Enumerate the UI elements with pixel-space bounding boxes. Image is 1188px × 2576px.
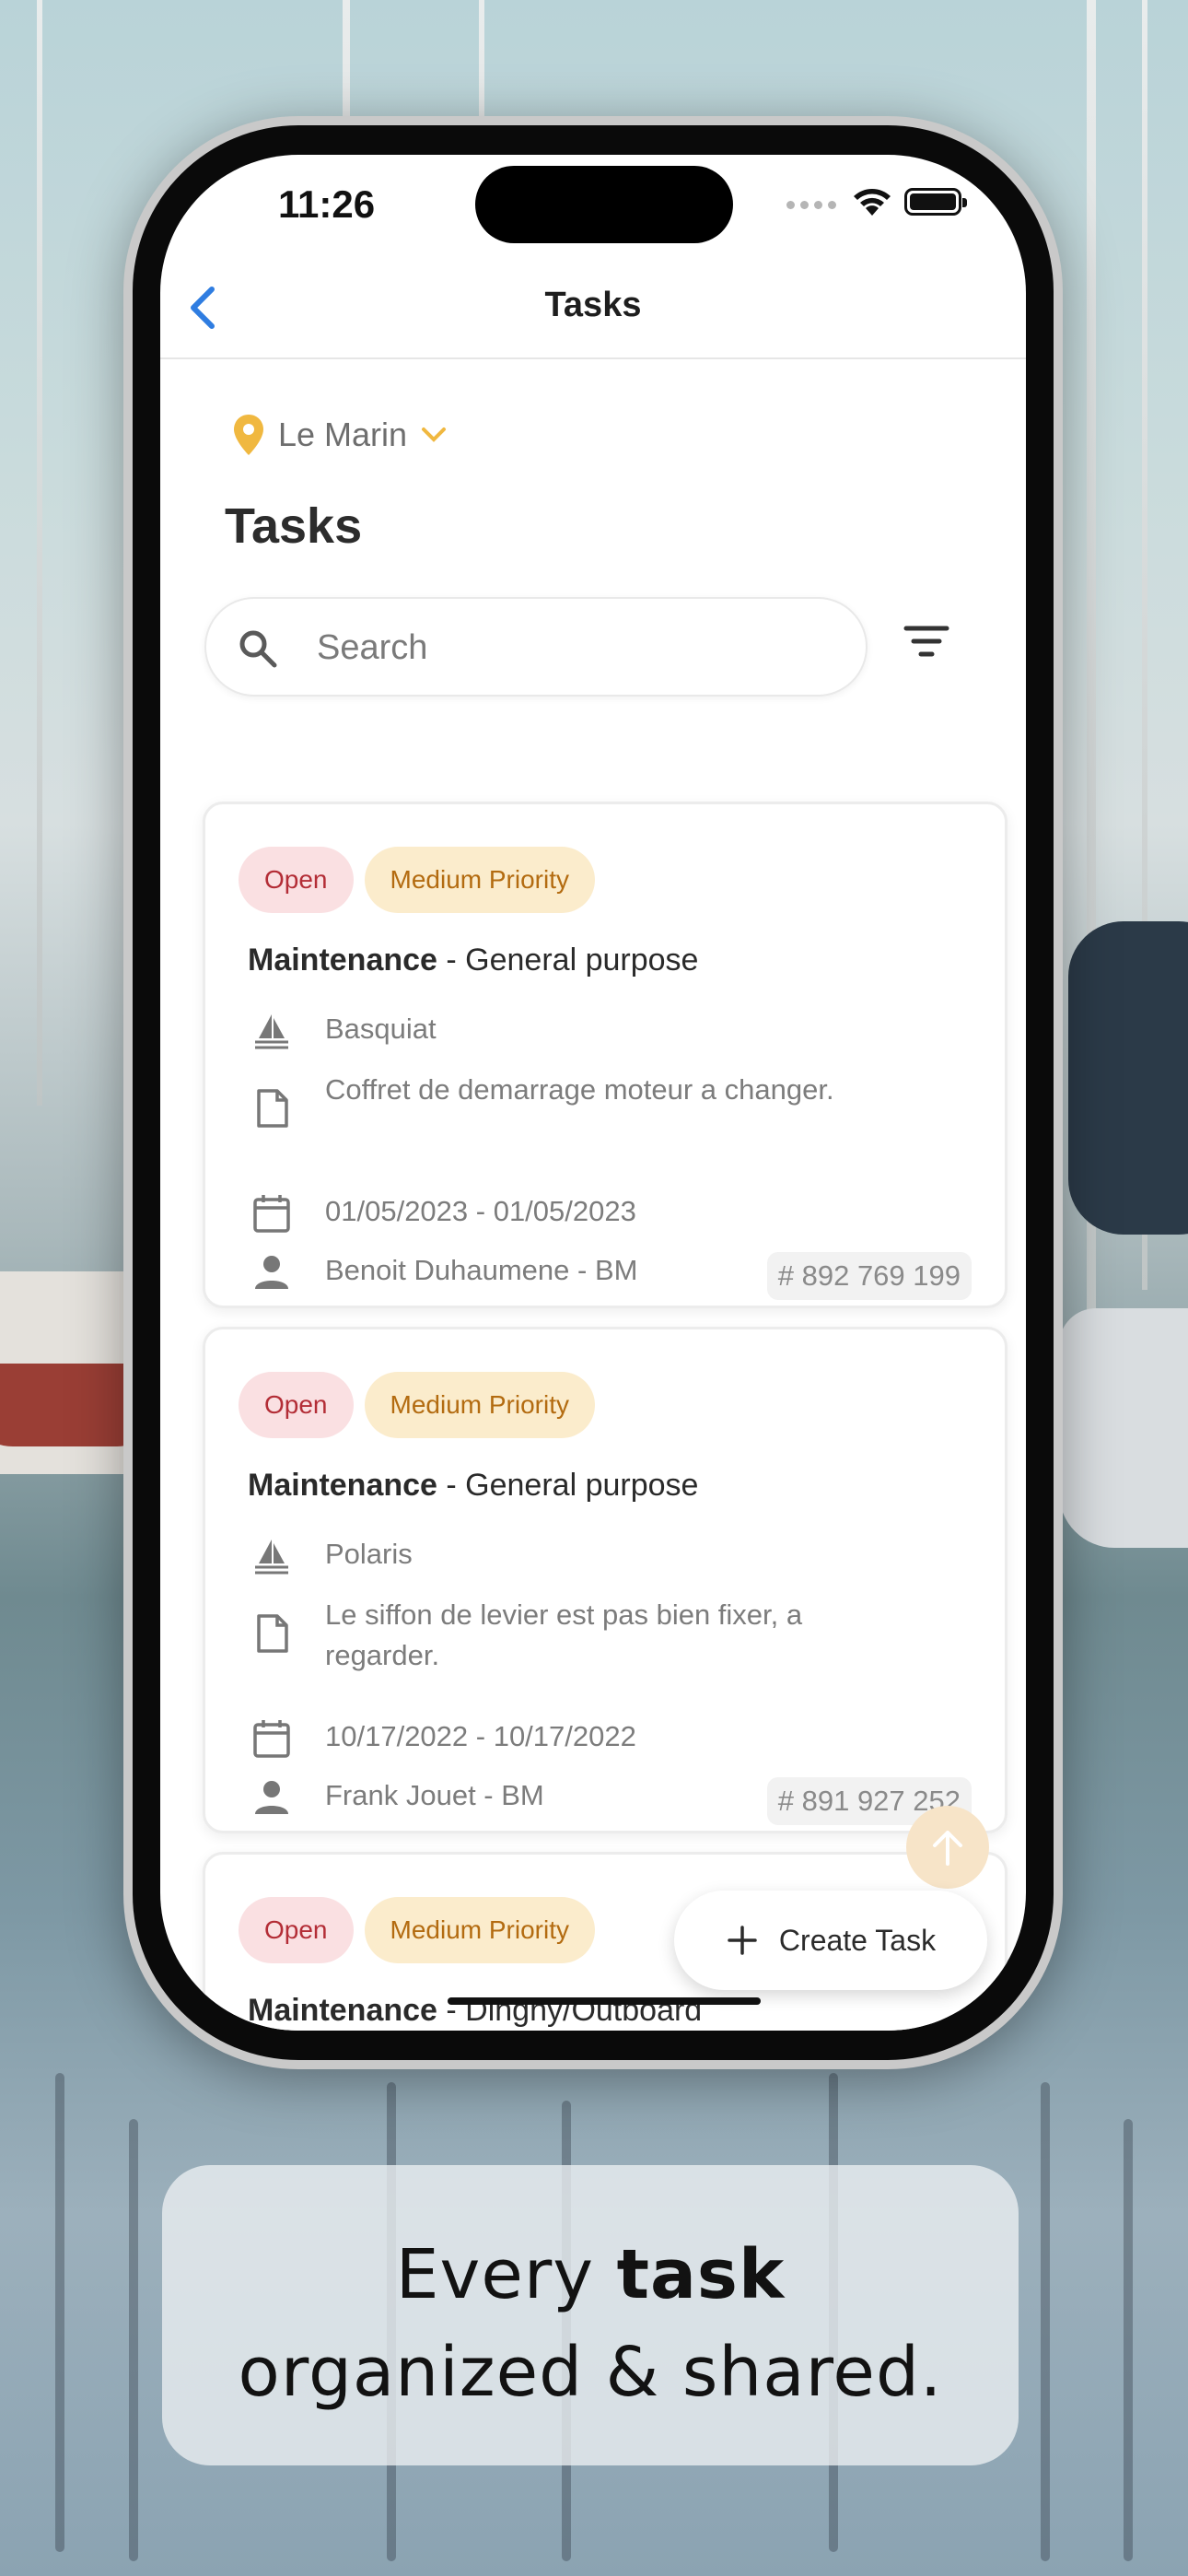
calendar-icon	[250, 1716, 294, 1761]
priority-badge: Medium Priority	[364, 1372, 595, 1438]
sailboat-icon	[250, 1009, 294, 1053]
task-boat: Basquiat	[325, 1013, 437, 1045]
create-task-button[interactable]: Create Task	[674, 1891, 987, 1990]
task-title: Maintenance - General purpose	[248, 1468, 698, 1504]
task-assignee-row: Benoit Duhaumene - BM	[250, 1250, 841, 1294]
task-category: Maintenance	[248, 1468, 437, 1503]
dynamic-island	[475, 166, 733, 243]
mast	[37, 0, 42, 1106]
task-subcategory: - General purpose	[437, 1468, 699, 1503]
task-subcategory: - General purpose	[437, 943, 699, 978]
home-indicator	[448, 1997, 761, 2005]
search-icon	[239, 630, 277, 668]
search-input[interactable]	[317, 626, 833, 669]
status-badge: Open	[239, 847, 354, 913]
create-task-label: Create Task	[778, 1923, 937, 1957]
task-boat-row: Polaris	[250, 1534, 841, 1578]
task-description: Coffret de demarrage moteur a changer.	[325, 1073, 834, 1106]
priority-badge: Medium Priority	[364, 847, 595, 913]
reflection	[1124, 2119, 1133, 2561]
status-badge: Open	[239, 1897, 354, 1963]
caption-line-2: organized & shared.	[238, 2333, 943, 2412]
wifi-icon	[854, 189, 891, 216]
scroll-to-top-button[interactable]	[906, 1806, 989, 1889]
arrow-up-icon	[933, 1831, 962, 1866]
person-icon	[250, 1250, 294, 1294]
task-ticket-number: # 892 769 199	[766, 1252, 972, 1300]
task-assignee-row: Frank Jouet - BM	[250, 1775, 841, 1820]
status-badge: Open	[239, 1372, 354, 1438]
page-title: Tasks	[225, 498, 363, 554]
sailboat-icon	[250, 1534, 294, 1578]
caption-text: Every	[395, 2235, 617, 2314]
task-title: Maintenance - General purpose	[248, 943, 698, 978]
location-selector[interactable]: Le Marin	[232, 413, 448, 457]
task-description: Le siffon de levier est pas bien fixer, …	[325, 1598, 803, 1671]
filter-icon[interactable]	[897, 612, 956, 671]
phone-frame: 11:26 Tasks Le Marin Tasks Search Open M…	[123, 116, 1063, 2069]
task-assignee: Benoit Duhaumene - BM	[325, 1254, 638, 1286]
search-bar[interactable]	[204, 597, 868, 697]
task-assignee: Frank Jouet - BM	[325, 1779, 544, 1811]
task-description-row: Coffret de demarrage moteur a changer.	[250, 1070, 841, 1130]
task-dates: 10/17/2022 - 10/17/2022	[325, 1720, 636, 1752]
task-card[interactable]: Open Medium Priority Maintenance - Gener…	[203, 802, 1007, 1308]
task-category: Maintenance	[248, 943, 437, 978]
task-boat-row: Basquiat	[250, 1009, 841, 1053]
status-time: 11:26	[278, 182, 376, 226]
document-icon	[250, 1086, 294, 1130]
location-label: Le Marin	[278, 416, 408, 453]
task-dates-row: 01/05/2023 - 01/05/2023	[250, 1191, 841, 1235]
battery-icon	[904, 188, 967, 216]
boat-hull	[1059, 1308, 1188, 1548]
person-icon	[250, 1775, 294, 1820]
app-screen: 11:26 Tasks Le Marin Tasks Search Open M…	[160, 155, 1026, 2031]
nav-bar: Tasks	[160, 256, 1026, 359]
location-pin-icon	[234, 415, 263, 455]
calendar-icon	[250, 1191, 294, 1235]
document-icon	[250, 1611, 294, 1656]
task-dates-row: 10/17/2022 - 10/17/2022	[250, 1716, 841, 1761]
reflection	[129, 2119, 138, 2561]
cellular-signal-icon	[786, 201, 836, 209]
caption-line-1: Every task	[162, 2226, 1019, 2324]
task-badges: Open Medium Priority	[239, 1897, 595, 1963]
nav-title: Tasks	[544, 286, 642, 324]
task-badges: Open Medium Priority	[239, 1372, 595, 1438]
plus-icon	[728, 1926, 757, 1955]
task-category: Maintenance	[248, 1993, 437, 2028]
priority-badge: Medium Priority	[364, 1897, 595, 1963]
task-badges: Open Medium Priority	[239, 847, 595, 913]
phone-bezel: 11:26 Tasks Le Marin Tasks Search Open M…	[133, 125, 1054, 2060]
task-card[interactable]: Open Medium Priority Maintenance - Gener…	[203, 1327, 1007, 1833]
reflection	[55, 2073, 64, 2552]
chevron-down-icon	[422, 427, 447, 442]
task-boat: Polaris	[325, 1538, 413, 1570]
reflection	[1041, 2082, 1050, 2561]
marketing-caption: Every task organized & shared.	[162, 2165, 1019, 2465]
task-description-row: Le siffon de levier est pas bien fixer, …	[250, 1595, 841, 1676]
caption-emphasis: task	[616, 2235, 786, 2314]
task-dates: 01/05/2023 - 01/05/2023	[325, 1195, 636, 1227]
person-silhouette	[1068, 921, 1188, 1235]
